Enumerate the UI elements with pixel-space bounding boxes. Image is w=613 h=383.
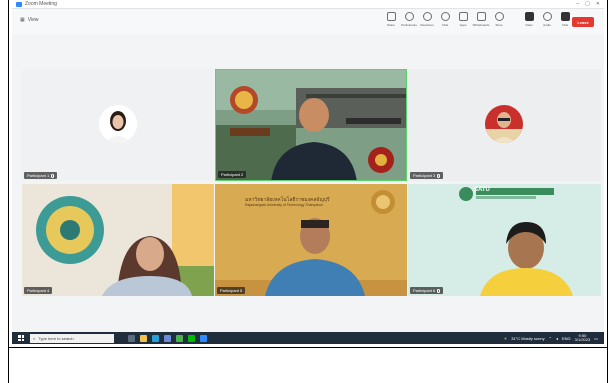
participant-name-tag: Participant 4	[24, 287, 53, 294]
video-tile-3[interactable]: Participant 3	[408, 69, 601, 181]
apps-icon	[458, 12, 468, 21]
leave-button[interactable]: Leave	[572, 17, 594, 27]
store-icon[interactable]	[164, 334, 171, 342]
windows-start-icon[interactable]	[18, 335, 24, 341]
clock[interactable]: 9:50 3/1/2023	[575, 334, 591, 342]
language-indicator[interactable]: ENG	[562, 336, 571, 341]
close-icon[interactable]: ✕	[596, 1, 600, 7]
taskbar-search-input[interactable]: ⌕ Type here to search	[30, 333, 114, 343]
search-placeholder: Type here to search	[38, 335, 74, 341]
maximize-icon[interactable]: ▢	[585, 1, 590, 7]
title-bar: Zoom Meeting – ▢ ✕	[12, 0, 604, 9]
network-icon[interactable]: ⌃	[549, 336, 552, 341]
mic-muted-icon	[437, 173, 441, 178]
share-icon	[386, 12, 396, 21]
toolbar-chat-button[interactable]: Chat	[438, 12, 452, 27]
weather-text: 31°C Mostly sunny	[511, 335, 545, 341]
participant-name-tag: Participant 1	[24, 172, 58, 179]
view-button[interactable]: ▦ View	[20, 17, 38, 23]
toolbar-apps-button[interactable]: Apps	[456, 12, 470, 27]
toolbar-buttons: Share Participants Reactions Chat Apps W…	[384, 12, 572, 27]
edge-browser-icon[interactable]	[152, 334, 159, 342]
windows-taskbar: ⌕ Type here to search ☀ 31°C Mostly sunn…	[12, 332, 604, 344]
avatar	[99, 105, 137, 143]
line-app-icon[interactable]	[188, 334, 195, 342]
system-tray: ☀ 31°C Mostly sunny ⌃ ◂ ENG 9:50 3/1/202…	[504, 332, 598, 344]
mic-icon	[542, 12, 552, 21]
video-tile-2[interactable]: Participant 2	[215, 69, 407, 181]
zoom-taskbar-icon[interactable]	[200, 334, 207, 342]
whiteboard-icon	[476, 12, 486, 21]
task-view-icon[interactable]	[128, 334, 135, 342]
mic-muted-icon	[51, 173, 55, 178]
video-tile-1[interactable]: Participant 1	[22, 69, 214, 181]
toolbar-whiteboard-button[interactable]: Whiteboards	[473, 12, 489, 27]
zoom-window: Zoom Meeting – ▢ ✕ ▦ View Share Particip…	[12, 0, 604, 344]
mic-muted-icon	[437, 288, 441, 293]
chat-icon	[440, 12, 450, 21]
window-controls: – ▢ ✕	[576, 1, 600, 7]
meeting-toolbar: ▦ View Share Participants Reactions Chat…	[12, 9, 604, 35]
participant-name-tag: Participant 5	[217, 287, 246, 294]
toolbar-chat2-button[interactable]: Chat	[558, 12, 572, 27]
toolbar-video-button[interactable]: Video	[522, 12, 536, 27]
participant-video	[22, 184, 214, 296]
avatar	[485, 105, 523, 143]
weather-icon: ☀	[503, 335, 508, 341]
frame-left-border	[8, 0, 9, 383]
zoom-app-icon	[16, 1, 22, 7]
toolbar-more-button[interactable]: More	[492, 12, 506, 27]
notification-icon[interactable]: ▭	[594, 336, 598, 341]
window-title: Zoom Meeting	[25, 1, 57, 7]
participant-video	[408, 184, 601, 296]
search-icon: ⌕	[33, 335, 36, 341]
toolbar-share-button[interactable]: Share	[384, 12, 398, 27]
toolbar-audio-button[interactable]: Audio	[540, 12, 554, 27]
video-tile-4[interactable]: Participant 4	[22, 184, 214, 296]
participants-icon	[404, 12, 414, 21]
participant-name-tag: Participant 3	[410, 172, 444, 179]
minimize-icon[interactable]: –	[576, 1, 579, 7]
frame-right-border	[607, 0, 608, 383]
toolbar-reactions-button[interactable]: Reactions	[420, 12, 434, 27]
video-tile-5[interactable]: มหาวิทยาลัยเทคโนโลยีราชมงคลธัญบุรี Rajam…	[215, 184, 407, 296]
volume-icon[interactable]: ◂	[556, 336, 558, 341]
chrome-icon[interactable]	[176, 334, 183, 342]
video-tile-6[interactable]: SATU Participant 6	[408, 184, 601, 296]
participant-name-tag: Participant 2	[218, 171, 247, 178]
satu-banner-text: SATU	[474, 187, 490, 193]
frame-bottom-border	[8, 347, 608, 348]
more-icon	[494, 12, 504, 21]
participant-name-tag: Participant 6	[410, 287, 444, 294]
chat2-icon	[560, 12, 570, 21]
speaker-video	[216, 70, 406, 180]
reactions-icon	[422, 12, 432, 21]
view-label: View	[27, 17, 39, 23]
grid-view-icon: ▦	[20, 17, 25, 23]
university-banner-subtext: Rajamangala University of Technology Tha…	[245, 203, 323, 207]
taskbar-app-icons	[128, 334, 207, 342]
clock-date: 3/1/2023	[574, 337, 591, 342]
video-icon	[524, 12, 534, 21]
file-explorer-icon[interactable]	[140, 334, 147, 342]
toolbar-participants-button[interactable]: Participants	[401, 12, 417, 27]
